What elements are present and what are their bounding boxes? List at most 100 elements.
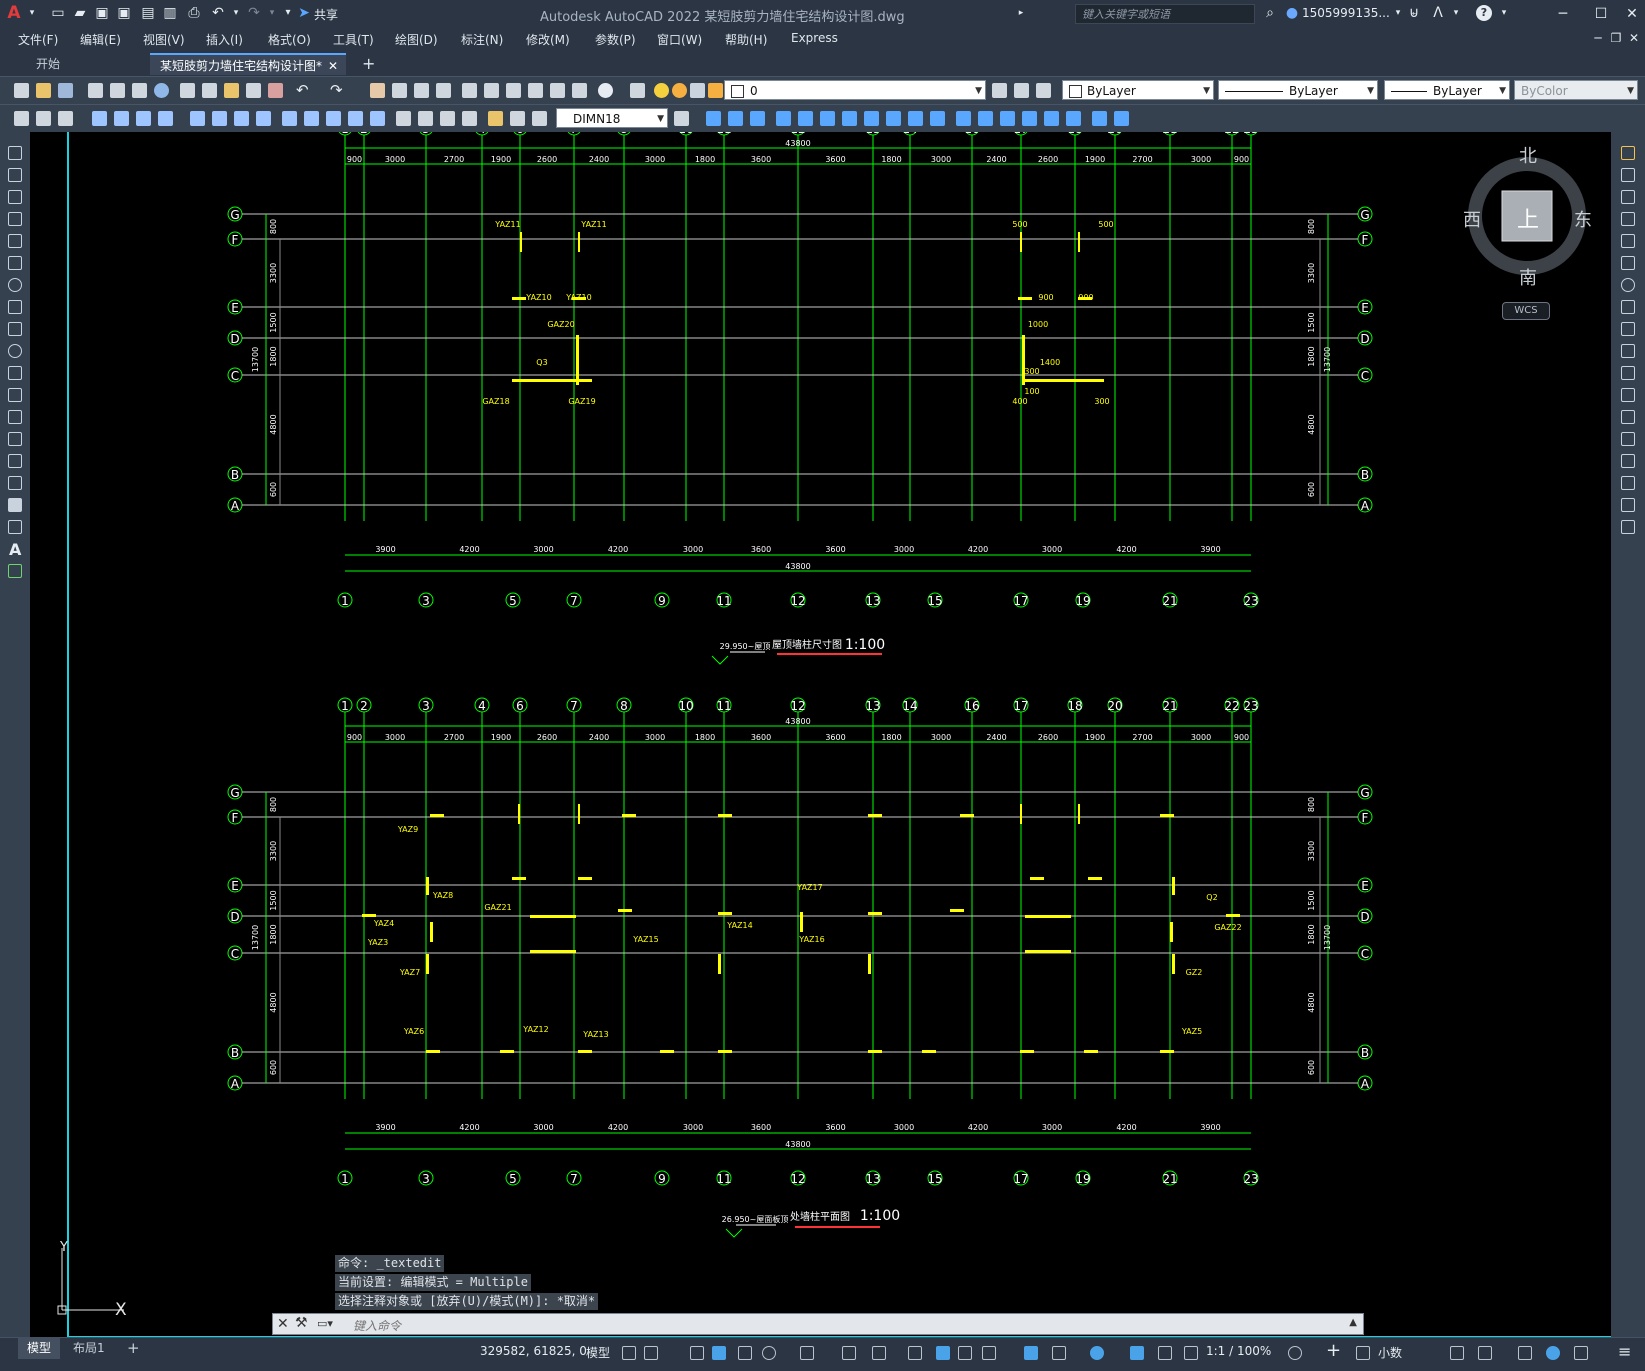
- make-current-layer-icon[interactable]: [992, 83, 1007, 98]
- plot-icon[interactable]: [88, 83, 103, 98]
- quick-properties-icon[interactable]: [1450, 1346, 1464, 1360]
- menu-express[interactable]: Express: [791, 31, 838, 45]
- infer-constraints-icon[interactable]: [690, 1346, 704, 1360]
- calculator-icon[interactable]: [572, 83, 587, 98]
- offset-faces-icon[interactable]: [820, 111, 835, 126]
- point-icon[interactable]: [8, 432, 22, 446]
- menu-tools[interactable]: 工具(T): [333, 31, 374, 48]
- linetype-combo[interactable]: ByLayer ▼: [1218, 80, 1378, 100]
- help-icon[interactable]: [598, 83, 613, 98]
- region-icon[interactable]: [8, 498, 22, 512]
- layer-combo[interactable]: 0 ▼: [724, 80, 986, 100]
- lineweight-combo[interactable]: ByLayer ▼: [1384, 80, 1510, 100]
- annotation-monitor-icon[interactable]: +: [1326, 1340, 1341, 1361]
- polyline-icon[interactable]: [8, 190, 22, 204]
- wcs-menu-button[interactable]: WCS: [1502, 302, 1550, 320]
- tab-current-drawing[interactable]: 某短肢剪力墙住宅结构设计图* ✕: [150, 53, 346, 75]
- menu-edit[interactable]: 编辑(E): [80, 31, 121, 48]
- isolate-objects-icon[interactable]: [1518, 1346, 1532, 1360]
- dim-style-icon[interactable]: [36, 111, 51, 126]
- help-dropdown-icon[interactable]: ▾: [1496, 5, 1512, 21]
- menu-file[interactable]: 文件(F): [18, 31, 58, 48]
- dimstyle-manager-icon[interactable]: [674, 111, 689, 126]
- check-icon[interactable]: [1066, 111, 1081, 126]
- separate-icon[interactable]: [1022, 111, 1037, 126]
- user-icon[interactable]: ●: [1284, 5, 1300, 21]
- annotation-scale-value[interactable]: 1:1 / 100%: [1206, 1344, 1271, 1358]
- command-input[interactable]: 键入命令: [353, 1317, 401, 1334]
- dynamic-ucs-icon[interactable]: [1024, 1346, 1038, 1360]
- center-mark-icon[interactable]: [418, 111, 433, 126]
- units-icon[interactable]: [1356, 1346, 1370, 1360]
- polar-tracking-icon[interactable]: [762, 1346, 776, 1360]
- layer-on-bulb-icon[interactable]: [654, 83, 669, 98]
- inspection-icon[interactable]: [440, 111, 455, 126]
- subtract-icon[interactable]: [728, 111, 743, 126]
- undo-icon[interactable]: ↶: [210, 5, 226, 21]
- chamfer-icon[interactable]: [1621, 454, 1635, 468]
- publish-icon[interactable]: [132, 83, 147, 98]
- ordinate-dimension-icon[interactable]: [158, 111, 173, 126]
- stretch-icon[interactable]: [1621, 322, 1635, 336]
- menu-format[interactable]: 格式(O): [268, 31, 311, 48]
- cursor-coordinates[interactable]: 329582, 61825, 0: [480, 1344, 587, 1358]
- open-folder-icon[interactable]: ▰: [72, 5, 88, 21]
- cut-icon[interactable]: [180, 83, 195, 98]
- baseline-dimension-icon[interactable]: [304, 111, 319, 126]
- copy-faces-icon[interactable]: [908, 111, 923, 126]
- arc-icon[interactable]: [8, 256, 22, 270]
- layer-lock-icon[interactable]: [708, 83, 723, 98]
- dimension-edit-icon[interactable]: [488, 111, 503, 126]
- sheet-set-icon[interactable]: [528, 83, 543, 98]
- insert-block-icon[interactable]: [8, 388, 22, 402]
- properties-icon[interactable]: [462, 83, 477, 98]
- object-snap-icon[interactable]: [872, 1346, 886, 1360]
- spline-icon[interactable]: [8, 322, 22, 336]
- view-cube-south[interactable]: 南: [1519, 264, 1537, 290]
- command-close-icon[interactable]: ✕: [277, 1316, 289, 1332]
- design-center-icon[interactable]: [484, 83, 499, 98]
- command-recent-icon[interactable]: ▭▾: [317, 1317, 333, 1330]
- copy-object-icon[interactable]: [1621, 168, 1635, 182]
- share-label[interactable]: 共享: [314, 6, 338, 23]
- ellipse-arc-icon[interactable]: [8, 366, 22, 380]
- plotstyle-combo[interactable]: ByColor ▼: [1514, 80, 1638, 100]
- window-minimize-icon[interactable]: ─: [1551, 4, 1575, 24]
- scale-icon[interactable]: [1621, 300, 1635, 314]
- search-expand-icon[interactable]: ▸: [1013, 5, 1029, 21]
- clean-icon[interactable]: [1000, 111, 1015, 126]
- customization-menu-icon[interactable]: ≡: [1618, 1342, 1631, 1361]
- annotation-visibility-icon[interactable]: [1130, 1346, 1144, 1360]
- units-value[interactable]: 小数: [1378, 1344, 1402, 1361]
- save-as-icon[interactable]: ▣: [116, 5, 132, 21]
- aligned-dimension-icon[interactable]: [114, 111, 129, 126]
- new-file-icon[interactable]: ▭: [50, 5, 66, 21]
- object-snap-tracking-icon[interactable]: [842, 1346, 856, 1360]
- copy-icon[interactable]: [202, 83, 217, 98]
- color-faces-icon[interactable]: [930, 111, 945, 126]
- extrude-faces-icon[interactable]: [776, 111, 791, 126]
- doc-close-icon[interactable]: ✕: [1622, 28, 1645, 48]
- open-icon[interactable]: [36, 83, 51, 98]
- transparency-icon[interactable]: [936, 1346, 950, 1360]
- revision-cloud-icon[interactable]: [8, 300, 22, 314]
- selection-filter-icon[interactable]: [1052, 1346, 1066, 1360]
- layer-states-icon[interactable]: [1036, 83, 1051, 98]
- explode-icon[interactable]: [1621, 520, 1635, 534]
- menu-window[interactable]: 窗口(W): [657, 31, 702, 48]
- color-combo[interactable]: ByLayer ▼: [1062, 80, 1214, 100]
- a360-dropdown-icon[interactable]: ▾: [1448, 5, 1464, 21]
- multiline-text-icon[interactable]: A: [9, 540, 21, 559]
- layout-tab-model[interactable]: 模型: [18, 1337, 61, 1359]
- layout-tab-1[interactable]: 布局1: [64, 1337, 114, 1359]
- hatch-icon[interactable]: [8, 454, 22, 468]
- join-icon[interactable]: [1621, 432, 1635, 446]
- app-menu-chevron-icon[interactable]: ▾: [24, 5, 40, 21]
- polygon-icon[interactable]: [8, 212, 22, 226]
- extend-icon[interactable]: [1621, 366, 1635, 380]
- menu-insert[interactable]: 插入(I): [206, 31, 243, 48]
- view-cube-north[interactable]: 北: [1519, 142, 1537, 168]
- window-close-icon[interactable]: ✕: [1620, 4, 1644, 24]
- tool-palettes-icon[interactable]: [506, 83, 521, 98]
- table-style-icon[interactable]: [58, 111, 73, 126]
